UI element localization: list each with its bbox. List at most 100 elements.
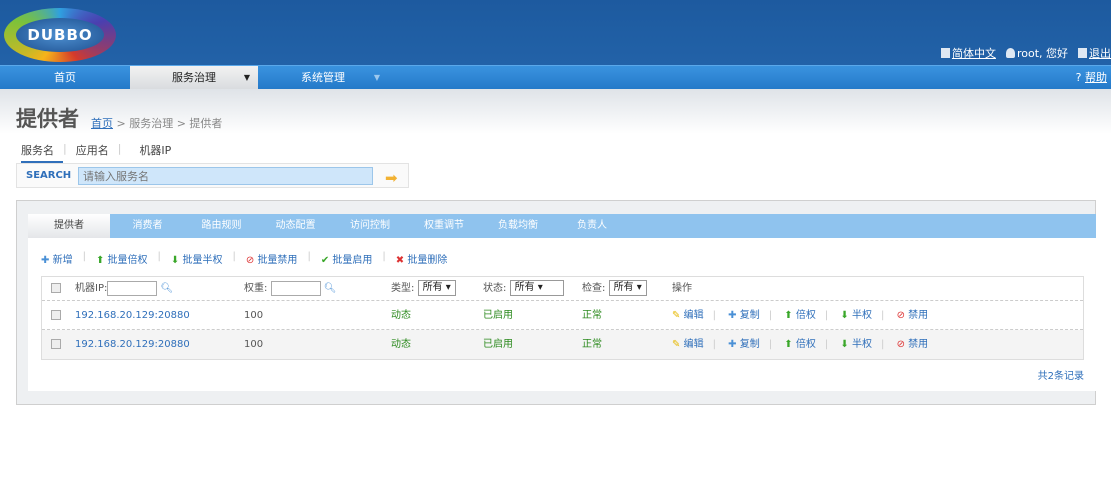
help: ? 帮助 bbox=[1076, 66, 1107, 89]
type-header: 类型: bbox=[391, 283, 415, 294]
ip-filter-input[interactable] bbox=[107, 280, 158, 296]
divider: | bbox=[82, 251, 86, 262]
label: 倍权 bbox=[795, 310, 816, 321]
tab-access-control[interactable]: 访问控制 bbox=[333, 214, 407, 238]
row-checkbox[interactable] bbox=[51, 339, 61, 349]
user-icon bbox=[1005, 48, 1015, 58]
batch-enable-button[interactable]: ✔ 批量启用 bbox=[321, 251, 373, 266]
table-row: 192.168.20.129:20880 100 动态 已启用 正常 ✎ 编辑 |… bbox=[42, 330, 1083, 359]
dubbo-logo[interactable]: DUBBO bbox=[2, 4, 118, 64]
value: 所有 bbox=[422, 282, 443, 293]
providers-table: 机器IP: 🔍︎ 权重: 🔍︎ 类型: 所有 ▾ 状态: 所有 ▾ 检查: 所有… bbox=[41, 276, 1084, 360]
status-header: 状态: bbox=[483, 283, 507, 294]
label: 半权 bbox=[852, 339, 872, 350]
tab-routes[interactable]: 路由规则 bbox=[185, 214, 258, 238]
batch-delete-button[interactable]: ✖ 批量删除 bbox=[396, 251, 448, 266]
half-button[interactable]: ⬇ 半权 bbox=[840, 339, 872, 350]
check-icon: ✔ bbox=[320, 255, 330, 266]
divider: | bbox=[712, 310, 716, 321]
divider: | bbox=[824, 310, 829, 321]
arrow-right-icon[interactable]: ➡ bbox=[385, 169, 398, 187]
nav-service-governance[interactable]: 服务治理 ▼ bbox=[130, 66, 258, 89]
half-button[interactable]: ⬇ 半权 bbox=[840, 310, 872, 321]
label: 复制 bbox=[739, 310, 760, 321]
disable-button[interactable]: ⊘ 禁用 bbox=[897, 339, 929, 350]
double-button[interactable]: ⬆ 倍权 bbox=[784, 339, 816, 350]
add-button[interactable]: ✚ 新增 bbox=[41, 251, 73, 266]
weight-header: 权重: bbox=[244, 283, 268, 294]
copy-button[interactable]: ✚ 复制 bbox=[728, 339, 760, 350]
arrow-up-icon: ⬆ bbox=[784, 339, 793, 350]
divider: | bbox=[881, 339, 885, 350]
batch-half-button[interactable]: ⬇ 批量半权 bbox=[171, 251, 223, 266]
row-actions: ✎ 编辑 | ✚ 复制 | ⬆ 倍权 | ⬇ 半权 | ⊘ 禁用 bbox=[672, 301, 928, 330]
edit-button[interactable]: ✎ 编辑 bbox=[672, 339, 704, 350]
label: 编辑 bbox=[683, 339, 704, 350]
ban-icon: ⊘ bbox=[896, 339, 905, 350]
tab-dynamic-config[interactable]: 动态配置 bbox=[258, 214, 333, 238]
search-input[interactable] bbox=[78, 167, 373, 185]
header: DUBBO 简体中文 root, 您好 退出 bbox=[0, 0, 1111, 65]
weight-filter-input[interactable] bbox=[270, 280, 321, 296]
arrow-down-icon: ⬇ bbox=[170, 255, 180, 266]
label: 禁用 bbox=[908, 310, 929, 321]
top-links: 简体中文 root, 您好 退出 bbox=[940, 45, 1111, 61]
toolbar: ✚ 新增 | ⬆ 批量倍权 | ⬇ 批量半权 | ⊘ 批量禁用 | ✔ 批量启用 | ✖ … bbox=[41, 251, 447, 266]
select-all-checkbox[interactable] bbox=[51, 283, 61, 293]
label: 倍权 bbox=[795, 339, 816, 350]
label: 编辑 bbox=[683, 310, 704, 321]
disable-button[interactable]: ⊘ 禁用 bbox=[897, 310, 929, 321]
label: 批量启用 bbox=[332, 255, 373, 266]
tab-load-balance[interactable]: 负载均衡 bbox=[481, 214, 555, 238]
row-checkbox[interactable] bbox=[51, 310, 61, 320]
ban-icon: ⊘ bbox=[896, 310, 905, 321]
breadcrumb-home[interactable]: 首页 bbox=[91, 117, 113, 130]
status-select[interactable]: 所有 ▾ bbox=[509, 280, 564, 296]
tab-strip: 提供者 消费者 路由规则 动态配置 访问控制 权重调节 负载均衡 负责人 bbox=[28, 214, 1096, 238]
type: 动态 bbox=[391, 339, 411, 350]
language-link[interactable]: 简体中文 bbox=[952, 47, 996, 60]
record-count: 共2条记录 bbox=[1037, 371, 1084, 382]
batch-double-button[interactable]: ⬆ 批量倍权 bbox=[96, 251, 148, 266]
table-row: 192.168.20.129:20880 100 动态 已启用 正常 ✎ 编辑 |… bbox=[42, 301, 1083, 330]
label: 禁用 bbox=[908, 339, 929, 350]
search-icon[interactable]: 🔍︎ bbox=[324, 283, 337, 294]
tab-consumers[interactable]: 消费者 bbox=[110, 214, 185, 238]
ip-link[interactable]: 192.168.20.129:20880 bbox=[75, 301, 190, 330]
search-tab-app[interactable]: 应用名 bbox=[76, 142, 118, 163]
copy-button[interactable]: ✚ 复制 bbox=[728, 310, 760, 321]
copy-icon: ✚ bbox=[728, 339, 737, 350]
ip-header: 机器IP: bbox=[75, 283, 108, 294]
nav-label: 服务治理 bbox=[172, 71, 216, 84]
double-button[interactable]: ⬆ 倍权 bbox=[784, 310, 816, 321]
batch-disable-button[interactable]: ⊘ 批量禁用 bbox=[246, 251, 298, 266]
nav-system-admin[interactable]: 系统管理 ▼ bbox=[258, 66, 388, 89]
nav-label: 系统管理 bbox=[301, 71, 345, 84]
edit-button[interactable]: ✎ 编辑 bbox=[672, 310, 704, 321]
divider: | bbox=[117, 142, 122, 155]
search-type-tabs: 服务名 | 应用名 | 机器IP bbox=[21, 142, 180, 163]
search-tab-service[interactable]: 服务名 bbox=[21, 142, 63, 163]
chevron-down-icon: ▼ bbox=[373, 73, 380, 82]
arrow-down-icon: ⬇ bbox=[840, 310, 849, 321]
check-select[interactable]: 所有 ▾ bbox=[608, 280, 647, 296]
divider: | bbox=[824, 339, 829, 350]
tab-weights[interactable]: 权重调节 bbox=[407, 214, 481, 238]
type-select[interactable]: 所有 ▾ bbox=[417, 280, 456, 296]
logout-link[interactable]: 退出 bbox=[1089, 47, 1111, 60]
search-tab-ip[interactable]: 机器IP bbox=[130, 142, 180, 163]
arrow-down-icon: ⬇ bbox=[840, 339, 849, 350]
label: 批量禁用 bbox=[257, 255, 298, 266]
tab-owners[interactable]: 负责人 bbox=[555, 214, 629, 238]
user-greeting: root, 您好 bbox=[1016, 47, 1068, 60]
check: 正常 bbox=[582, 339, 602, 350]
nav-label: 首页 bbox=[54, 71, 76, 84]
tab-providers[interactable]: 提供者 bbox=[28, 214, 110, 238]
table-header: 机器IP: 🔍︎ 权重: 🔍︎ 类型: 所有 ▾ 状态: 所有 ▾ 检查: 所有… bbox=[42, 277, 1083, 301]
help-link[interactable]: 帮助 bbox=[1085, 71, 1107, 84]
search-icon[interactable]: 🔍︎ bbox=[161, 283, 174, 294]
nav-home[interactable]: 首页 bbox=[0, 66, 130, 89]
search-label: SEARCH bbox=[26, 170, 72, 181]
divider: | bbox=[768, 310, 773, 321]
ip-link[interactable]: 192.168.20.129:20880 bbox=[75, 330, 190, 359]
